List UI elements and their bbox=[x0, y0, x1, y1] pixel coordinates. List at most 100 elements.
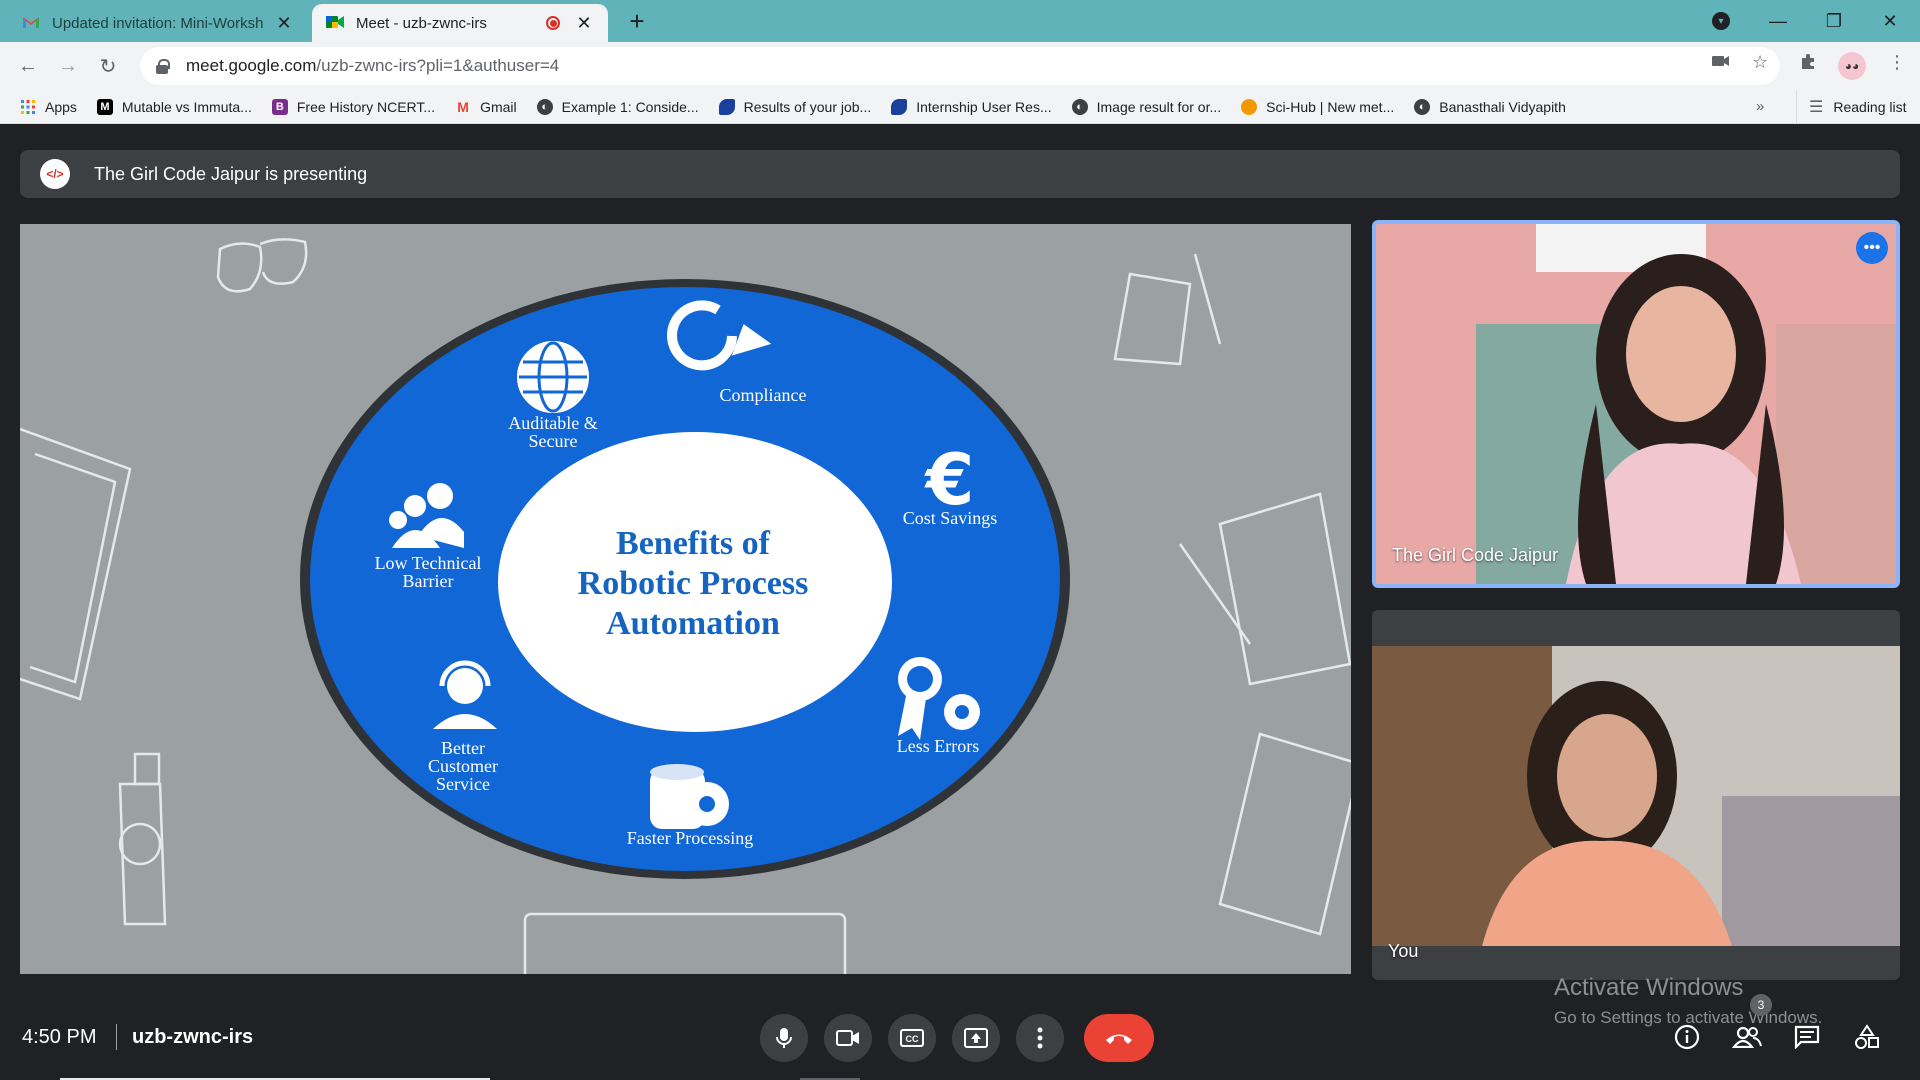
browser-menu-icon[interactable]: ⋮ bbox=[1888, 52, 1906, 73]
browser-tab-strip: Updated invitation: Mini-Worksh ✕ Meet -… bbox=[0, 0, 1920, 42]
gmail-icon bbox=[22, 15, 40, 31]
meeting-clock: 4:50 PM bbox=[22, 1026, 97, 1048]
close-tab-icon[interactable]: ✕ bbox=[574, 13, 594, 34]
reading-list-label: Reading list bbox=[1833, 99, 1907, 115]
medium-icon: M bbox=[96, 98, 113, 115]
tab-title: Updated invitation: Mini-Worksh bbox=[52, 14, 264, 32]
bookmark-image-result[interactable]: ◐ Image result for or... bbox=[1071, 98, 1222, 115]
item-auditable-line-1: Auditable & bbox=[508, 413, 597, 433]
bookmark-b-icon: B bbox=[271, 98, 288, 115]
globe-icon: ◐ bbox=[1414, 98, 1431, 115]
bookmark-star-icon[interactable]: ☆ bbox=[1752, 52, 1768, 73]
present-screen-icon bbox=[964, 1028, 988, 1048]
item-cost-savings: Cost Savings bbox=[903, 508, 998, 528]
bookmark-example[interactable]: ◐ Example 1: Conside... bbox=[536, 98, 699, 115]
video-camera-icon bbox=[836, 1030, 859, 1046]
bookmark-label: Example 1: Conside... bbox=[561, 98, 699, 115]
presenting-banner: </> The Girl Code Jaipur is presenting bbox=[20, 150, 1900, 198]
hang-up-icon bbox=[1106, 1034, 1132, 1044]
bookmark-apps[interactable]: Apps bbox=[20, 99, 77, 115]
meet-icon bbox=[326, 15, 344, 31]
presenter-video bbox=[1376, 224, 1896, 584]
leave-call-button[interactable] bbox=[1084, 1014, 1154, 1062]
recording-indicator-icon bbox=[546, 16, 560, 30]
participant-tile-self[interactable]: You bbox=[1372, 610, 1900, 980]
item-compliance: Compliance bbox=[720, 385, 807, 405]
meet-call-view: </> The Girl Code Jaipur is presenting B… bbox=[0, 124, 1920, 1080]
bookmark-label: Sci-Hub | New met... bbox=[1266, 98, 1395, 115]
reading-list-icon: ☰ bbox=[1809, 99, 1824, 116]
back-icon[interactable]: ← bbox=[12, 50, 44, 82]
bookmark-label: Banasthali Vidyapith bbox=[1439, 98, 1566, 115]
bookmark-label: Image result for or... bbox=[1096, 98, 1222, 115]
activities-icon[interactable] bbox=[1852, 1022, 1882, 1052]
item-faster-processing: Faster Processing bbox=[627, 828, 753, 848]
meeting-controls-bar: 4:50 PM uzb-zwnc-irs CC 3 bbox=[0, 994, 1920, 1080]
participant-options-icon[interactable]: ••• bbox=[1856, 232, 1888, 264]
more-vert-icon bbox=[1037, 1027, 1043, 1049]
more-bookmarks-button[interactable]: » bbox=[1756, 98, 1764, 115]
reload-icon[interactable]: ↻ bbox=[92, 50, 124, 82]
more-options-button[interactable] bbox=[1016, 1014, 1064, 1062]
item-better-line-2: Customer bbox=[428, 756, 498, 776]
item-low-technical-line-2: Barrier bbox=[403, 571, 454, 591]
slide-title-line-1: Benefits of bbox=[616, 525, 771, 562]
present-now-button[interactable] bbox=[952, 1014, 1000, 1062]
bookmark-history-ncert[interactable]: B Free History NCERT... bbox=[271, 98, 436, 115]
bookmark-scihub[interactable]: Sci-Hub | New met... bbox=[1241, 98, 1395, 115]
gmail-icon: M bbox=[457, 98, 469, 115]
bookmark-banasthali[interactable]: ◐ Banasthali Vidyapith bbox=[1414, 98, 1566, 115]
self-video bbox=[1372, 646, 1900, 946]
bookmark-label: Results of your job... bbox=[743, 98, 872, 115]
bookmark-gmail[interactable]: M Gmail bbox=[455, 98, 517, 115]
bookmark-label: Free History NCERT... bbox=[296, 98, 436, 115]
microphone-button[interactable] bbox=[760, 1014, 808, 1062]
microphone-icon bbox=[776, 1028, 792, 1048]
close-window-icon[interactable]: ✕ bbox=[1862, 0, 1918, 42]
chat-icon[interactable] bbox=[1792, 1022, 1822, 1052]
address-bar[interactable]: meet.google.com/uzb-zwnc-irs?pli=1&authu… bbox=[140, 47, 1780, 85]
captions-button[interactable]: CC bbox=[888, 1014, 936, 1062]
participant-tile-presenter[interactable]: ••• The Girl Code Jaipur bbox=[1372, 220, 1900, 588]
bookmark-label: Mutable vs Immuta... bbox=[121, 98, 252, 115]
minimize-icon[interactable]: — bbox=[1750, 0, 1806, 42]
bookmark-results[interactable]: Results of your job... bbox=[718, 98, 872, 115]
close-tab-icon[interactable]: ✕ bbox=[274, 13, 294, 34]
item-better-line-3: Service bbox=[436, 774, 490, 794]
participant-name: You bbox=[1388, 941, 1419, 961]
lock-icon bbox=[156, 59, 170, 74]
participants-icon[interactable] bbox=[1732, 1022, 1762, 1052]
tab-search-icon[interactable]: ▾ bbox=[1712, 12, 1730, 30]
globe-icon: ◐ bbox=[536, 98, 553, 115]
tab-gmail-invitation[interactable]: Updated invitation: Mini-Worksh ✕ bbox=[8, 4, 308, 42]
bookmark-mutable[interactable]: M Mutable vs Immuta... bbox=[96, 98, 252, 115]
meeting-details-icon[interactable] bbox=[1672, 1022, 1702, 1052]
forward-icon[interactable]: → bbox=[52, 50, 84, 82]
camera-button[interactable] bbox=[824, 1014, 872, 1062]
apps-grid-icon bbox=[20, 99, 36, 115]
bookmark-label: Internship User Res... bbox=[916, 98, 1052, 115]
bookmark-label: Gmail bbox=[480, 98, 517, 115]
tab-meet[interactable]: Meet - uzb-zwnc-irs ✕ bbox=[312, 4, 608, 42]
restore-icon[interactable]: ❐ bbox=[1806, 0, 1862, 42]
presenter-logo-icon: </> bbox=[40, 159, 70, 189]
bookmark-internship[interactable]: Internship User Res... bbox=[891, 98, 1052, 115]
browser-toolbar: ← → ↻ meet.google.com/uzb-zwnc-irs?pli=1… bbox=[0, 42, 1920, 90]
item-low-technical-line-1: Low Technical bbox=[375, 553, 482, 573]
closed-captions-icon: CC bbox=[900, 1029, 924, 1047]
bookmarks-bar: Apps M Mutable vs Immuta... B Free Histo… bbox=[0, 90, 1920, 124]
globe-icon bbox=[517, 341, 589, 413]
slide-canvas: Benefits of Robotic Process Automation C… bbox=[20, 238, 1351, 974]
item-better-line-1: Better bbox=[441, 738, 485, 758]
meeting-code: uzb-zwnc-irs bbox=[132, 1026, 254, 1048]
extensions-puzzle-icon[interactable] bbox=[1800, 52, 1818, 75]
profile-avatar[interactable]: ◕◕ bbox=[1838, 52, 1866, 80]
reading-list-button[interactable]: ☰ Reading list bbox=[1796, 90, 1907, 124]
bookmark-label: Apps bbox=[45, 98, 77, 115]
camera-in-use-icon[interactable] bbox=[1712, 52, 1730, 73]
globe-icon: ◐ bbox=[1071, 98, 1088, 115]
url-path: /uzb-zwnc-irs?pli=1&authuser=4 bbox=[316, 56, 560, 75]
participant-name: The Girl Code Jaipur bbox=[1392, 545, 1559, 565]
svg-text:CC: CC bbox=[906, 1034, 919, 1044]
new-tab-button[interactable]: + bbox=[622, 6, 652, 37]
